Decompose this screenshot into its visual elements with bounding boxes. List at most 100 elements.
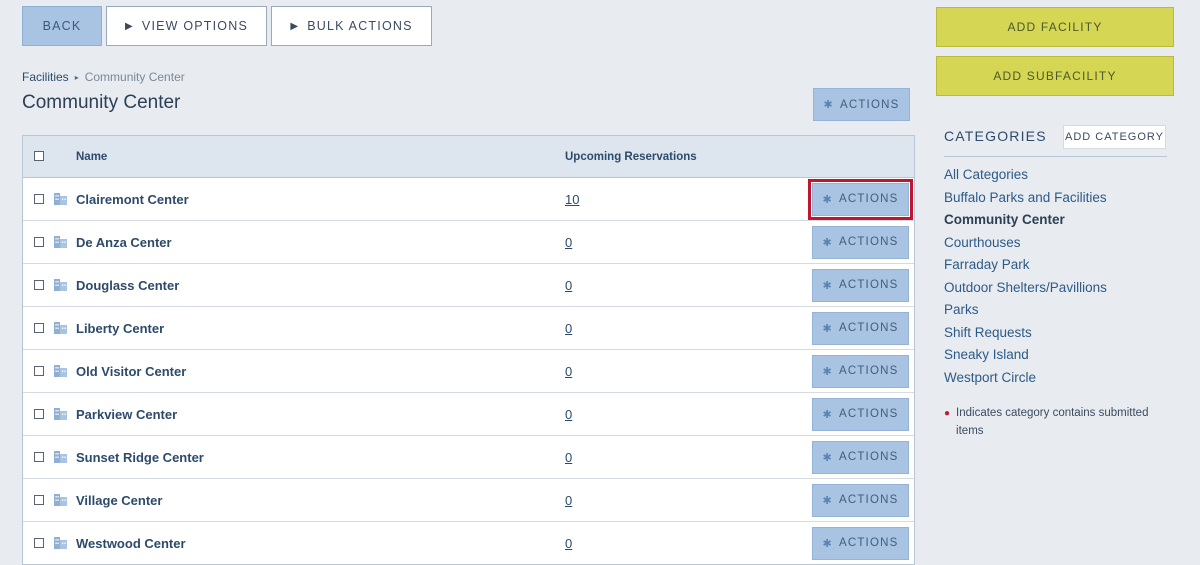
row-checkbox[interactable]: [34, 280, 44, 290]
gear-icon: ✱: [822, 451, 833, 464]
facility-name-link[interactable]: Old Visitor Center: [76, 364, 186, 379]
facility-name-link[interactable]: Douglass Center: [76, 278, 179, 293]
bulk-actions-button[interactable]: ▶ BULK ACTIONS: [271, 6, 432, 46]
row-actions-button[interactable]: ✱ ACTIONS: [812, 225, 909, 259]
building-icon: [54, 494, 67, 506]
building-icon: [54, 279, 67, 291]
row-checkbox[interactable]: [34, 237, 44, 247]
gear-icon: ✱: [822, 494, 833, 507]
row-actions-button[interactable]: ✱ ACTIONS: [812, 483, 909, 517]
row-actions-button[interactable]: ✱ ACTIONS: [812, 268, 909, 302]
row-checkbox[interactable]: [34, 409, 44, 419]
actions-label: ACTIONS: [838, 408, 899, 420]
row-actions-button[interactable]: ✱ ACTIONS: [812, 440, 909, 474]
view-options-button[interactable]: ▶ VIEW OPTIONS: [106, 6, 267, 46]
row-actions-button[interactable]: ✱ ACTIONS: [812, 354, 909, 388]
gear-icon: ✱: [822, 408, 833, 421]
row-checkbox[interactable]: [34, 323, 44, 333]
legend-text: Indicates category contains submitted it…: [956, 407, 1149, 437]
reservation-count-link[interactable]: 0: [565, 450, 572, 465]
page-actions-button[interactable]: ✱ ACTIONS: [813, 88, 910, 121]
actions-label: ACTIONS: [838, 279, 899, 291]
back-button-label: BACK: [42, 19, 82, 33]
table-row: Clairemont Center 10 ✱ ACTIONS: [23, 178, 914, 221]
category-item[interactable]: All Categories: [944, 165, 1107, 188]
row-actions-button[interactable]: ✱ ACTIONS: [812, 397, 909, 431]
facility-name-link[interactable]: Westwood Center: [76, 536, 186, 551]
table-row: Old Visitor Center 0 ✱ ACTIONS: [23, 350, 914, 393]
reservation-count-link[interactable]: 0: [565, 235, 572, 250]
facilities-table: Name Upcoming Reservations Clairemont Ce…: [22, 135, 915, 565]
row-actions-button[interactable]: ✱ ACTIONS: [808, 178, 913, 220]
table-row: Douglass Center 0 ✱ ACTIONS: [23, 264, 914, 307]
gear-icon: ✱: [822, 322, 833, 335]
breadcrumb-current: Community Center: [84, 70, 185, 84]
category-item[interactable]: Courthouses: [944, 233, 1107, 256]
column-header-upcoming-reservations[interactable]: Upcoming Reservations: [565, 151, 697, 163]
reservation-count-link[interactable]: 0: [565, 407, 572, 422]
play-triangle-icon: ▶: [125, 20, 134, 32]
building-icon: [54, 537, 67, 549]
table-row: Village Center 0 ✱ ACTIONS: [23, 479, 914, 522]
building-icon: [54, 451, 67, 463]
gear-icon: ✱: [822, 365, 833, 378]
building-icon: [54, 322, 67, 334]
submitted-indicator-dot-icon: ●: [944, 408, 951, 419]
reservation-count-link[interactable]: 0: [565, 364, 572, 379]
reservation-count-link[interactable]: 0: [565, 321, 572, 336]
view-options-label: VIEW OPTIONS: [141, 19, 248, 33]
category-item[interactable]: Parks: [944, 300, 1107, 323]
column-header-name[interactable]: Name: [76, 151, 107, 163]
select-all-checkbox[interactable]: [34, 151, 44, 161]
actions-label: ACTIONS: [838, 365, 899, 377]
table-row: De Anza Center 0 ✱ ACTIONS: [23, 221, 914, 264]
actions-label: ACTIONS: [838, 494, 899, 506]
categories-heading: CATEGORIES: [944, 128, 1047, 144]
add-category-button[interactable]: ADD CATEGORY: [1063, 125, 1166, 149]
table-row: Parkview Center 0 ✱ ACTIONS: [23, 393, 914, 436]
reservation-count-link[interactable]: 10: [565, 192, 579, 207]
category-legend: ● Indicates category contains submitted …: [944, 404, 1169, 440]
building-icon: [54, 236, 67, 248]
row-checkbox[interactable]: [34, 366, 44, 376]
breadcrumb-separator-icon: ▸: [74, 72, 79, 82]
breadcrumb: Facilities ▸ Community Center: [22, 70, 185, 84]
category-item[interactable]: Buffalo Parks and Facilities: [944, 188, 1107, 211]
category-item[interactable]: Community Center: [944, 210, 1107, 233]
category-item[interactable]: Westport Circle: [944, 368, 1107, 391]
row-checkbox[interactable]: [34, 538, 44, 548]
reservation-count-link[interactable]: 0: [565, 536, 572, 551]
category-item[interactable]: Outdoor Shelters/Pavillions: [944, 278, 1107, 301]
facility-name-link[interactable]: De Anza Center: [76, 235, 172, 250]
facility-name-link[interactable]: Parkview Center: [76, 407, 177, 422]
row-checkbox[interactable]: [34, 194, 44, 204]
gear-icon: ✱: [822, 537, 833, 550]
breadcrumb-facilities-link[interactable]: Facilities: [22, 70, 69, 84]
back-button[interactable]: BACK: [22, 6, 102, 46]
gear-icon: ✱: [822, 236, 833, 249]
category-item[interactable]: Farraday Park: [944, 255, 1107, 278]
row-checkbox[interactable]: [34, 452, 44, 462]
row-checkbox[interactable]: [34, 495, 44, 505]
building-icon: [54, 193, 67, 205]
actions-label: ACTIONS: [838, 236, 899, 248]
facility-name-link[interactable]: Village Center: [76, 493, 162, 508]
building-icon: [54, 365, 67, 377]
reservation-count-link[interactable]: 0: [565, 493, 572, 508]
actions-label: ACTIONS: [839, 98, 900, 111]
page-title: Community Center: [22, 92, 181, 113]
actions-label: ACTIONS: [838, 322, 899, 334]
category-item[interactable]: Sneaky Island: [944, 345, 1107, 368]
category-item[interactable]: Shift Requests: [944, 323, 1107, 346]
add-subfacility-button[interactable]: ADD SUBFACILITY: [936, 56, 1174, 96]
facility-name-link[interactable]: Liberty Center: [76, 321, 164, 336]
actions-label: ACTIONS: [838, 193, 899, 205]
bulk-actions-label: BULK ACTIONS: [307, 19, 413, 33]
actions-label: ACTIONS: [838, 537, 899, 549]
reservation-count-link[interactable]: 0: [565, 278, 572, 293]
row-actions-button[interactable]: ✱ ACTIONS: [812, 311, 909, 345]
table-header: Name Upcoming Reservations: [23, 136, 914, 178]
add-facility-button[interactable]: ADD FACILITY: [936, 7, 1174, 47]
facility-name-link[interactable]: Sunset Ridge Center: [76, 450, 204, 465]
facility-name-link[interactable]: Clairemont Center: [76, 192, 189, 207]
